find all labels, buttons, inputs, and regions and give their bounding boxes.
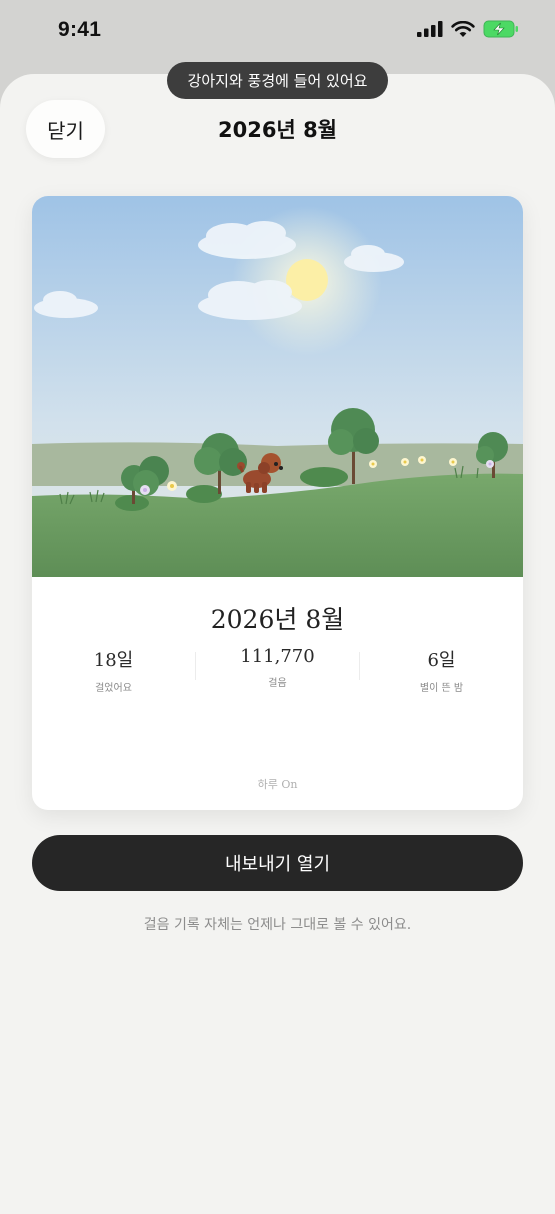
stat-value: 111,770: [240, 646, 315, 667]
stat-label: 걸음: [268, 678, 287, 689]
bush: [300, 467, 348, 487]
stat-label: 별이 뜬 밤: [419, 683, 464, 694]
export-open-button[interactable]: 내보내기 열기: [32, 835, 523, 891]
toast-message: 강아지와 풍경에 들어 있어요: [167, 62, 388, 99]
stat-value: 18일: [93, 650, 134, 671]
sun-icon: [286, 259, 328, 301]
bush: [186, 485, 222, 503]
signal-icon: [417, 21, 443, 37]
brand-watermark: 하루 On: [257, 778, 298, 791]
stat-starry-nights: 6일 별이 뜬 밤: [360, 646, 523, 694]
landscape-illustration: [32, 196, 523, 577]
status-bar: 9:41: [0, 0, 555, 62]
status-time: 9:41: [58, 18, 102, 41]
stats-row: 18일 걸었어요 111,770 걸음 6일 별이 뜬 밤: [32, 646, 523, 694]
stat-walk-days: 18일 걸었어요: [32, 646, 195, 694]
page-title: 2026년 8월: [217, 118, 337, 142]
status-icons: [417, 20, 519, 38]
card-title: 2026년 8월: [210, 605, 345, 634]
stat-value: 6일: [427, 650, 456, 671]
footnote-text: 걸음 기록 자체는 언제나 그대로 볼 수 있어요.: [143, 917, 412, 933]
wifi-icon: [451, 20, 475, 37]
battery-charging-icon: [483, 20, 518, 38]
stat-steps: 111,770 걸음: [196, 646, 359, 689]
stat-label: 걸었어요: [95, 683, 132, 694]
monthly-summary-card: 2026년 8월 18일 걸었어요 111,770 걸음 6일 별이 뜬 밤 하…: [32, 196, 523, 810]
